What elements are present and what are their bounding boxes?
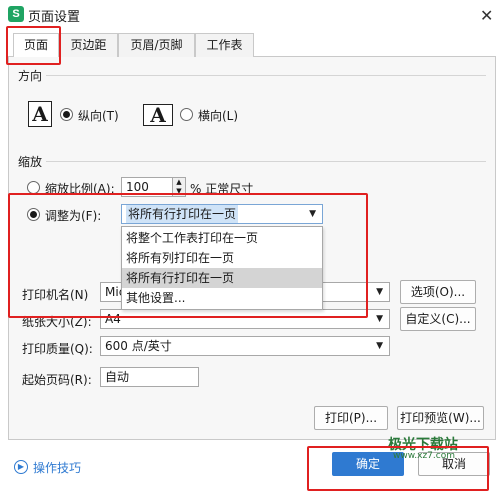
options-button[interactable]: 选项(O)... (400, 280, 476, 304)
operation-tips-link[interactable]: 操作技巧 (33, 459, 81, 476)
tab-margins[interactable]: 页边距 (59, 33, 118, 57)
landscape-icon: A (143, 104, 173, 126)
wps-app-icon: S (8, 6, 24, 22)
scaling-divider (46, 161, 486, 162)
orientation-divider (46, 75, 486, 76)
portrait-icon: A (28, 101, 52, 127)
chevron-down-icon: ▼ (376, 341, 383, 351)
print-preview-button[interactable]: 打印预览(W)... (397, 406, 484, 430)
close-icon[interactable]: ✕ (480, 6, 493, 25)
print-quality-label: 打印质量(Q): (22, 342, 93, 356)
start-page-input[interactable]: 自动 (100, 367, 199, 387)
play-icon: ▶ (14, 460, 28, 474)
dialog-title: 页面设置 (28, 10, 81, 25)
print-quality-select[interactable]: 600 点/英寸 ▼ (100, 336, 390, 356)
highlight-box-ok (307, 446, 489, 491)
orientation-label: 方向 (18, 69, 43, 83)
portrait-label: 纵向(T) (78, 109, 119, 123)
chevron-down-icon: ▼ (376, 314, 383, 324)
tab-header-footer[interactable]: 页眉/页脚 (118, 33, 195, 57)
custom-size-button[interactable]: 自定义(C)... (400, 307, 476, 331)
landscape-label: 横向(L) (198, 109, 239, 123)
print-quality-value: 600 点/英寸 (105, 339, 172, 353)
highlight-box-tab (6, 26, 61, 65)
highlight-box-scaling (8, 193, 368, 318)
landscape-radio[interactable] (180, 108, 193, 121)
portrait-radio[interactable] (60, 108, 73, 121)
tab-worksheet[interactable]: 工作表 (195, 33, 254, 57)
scaling-label: 缩放 (18, 155, 43, 169)
start-page-label: 起始页码(R): (22, 373, 92, 387)
chevron-down-icon: ▼ (376, 287, 383, 297)
print-button[interactable]: 打印(P)... (314, 406, 388, 430)
